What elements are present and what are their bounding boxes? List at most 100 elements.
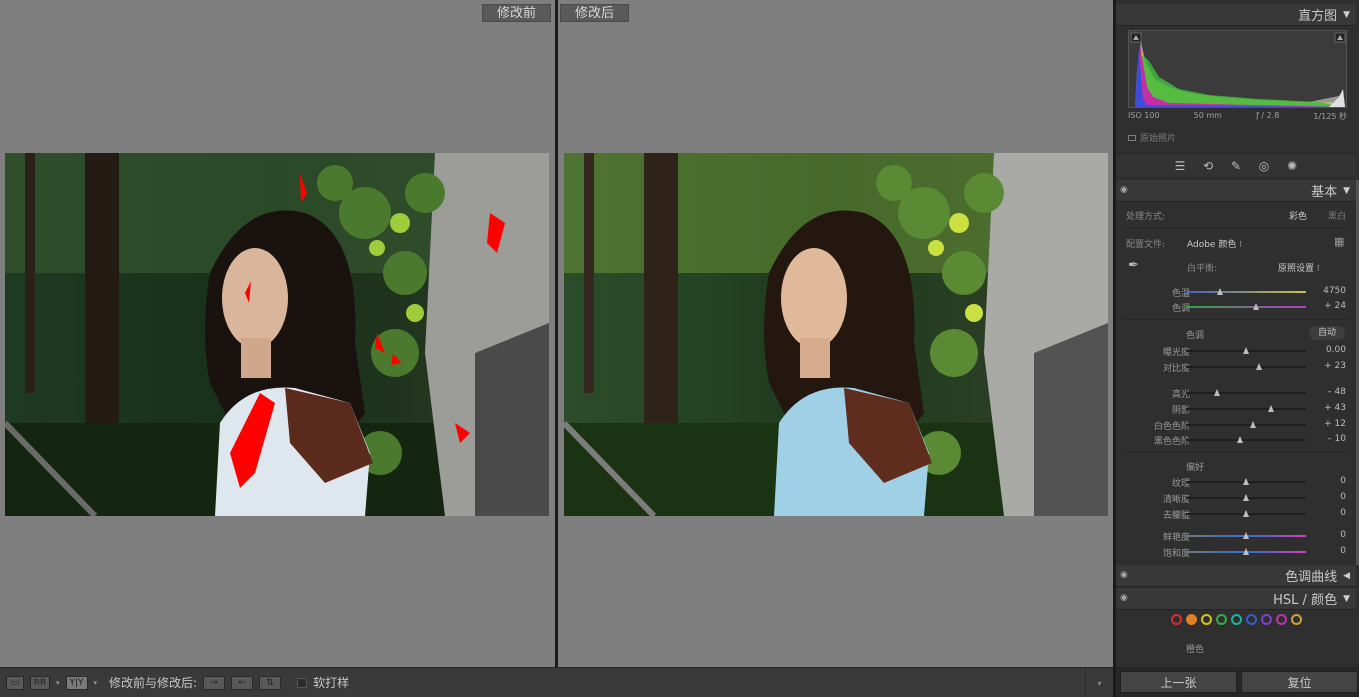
whites-value[interactable]: + 12	[1324, 419, 1346, 429]
shadows-thumb[interactable]	[1268, 405, 1275, 412]
dehaze-slider-row[interactable]: 去朦胧 0	[1116, 508, 1356, 521]
dehaze-thumb[interactable]	[1243, 510, 1249, 517]
aperture-value: ƒ / 2.8	[1255, 111, 1280, 120]
saturation-value[interactable]: 0	[1340, 546, 1346, 556]
blacks-thumb[interactable]	[1237, 436, 1243, 443]
highlights-track[interactable]	[1186, 389, 1306, 396]
magenta-swatch[interactable]	[1275, 614, 1287, 625]
orange-swatch[interactable]	[1185, 614, 1197, 625]
eyedropper-icon[interactable]: ✒	[1128, 258, 1139, 273]
before-photo[interactable]	[5, 153, 549, 516]
tone-curve-header[interactable]: ◉ 色调曲线 ◀	[1116, 565, 1356, 587]
original-photo-toggle[interactable]: 原始照片	[1128, 131, 1176, 144]
reference-dropdown-icon[interactable]: ▾	[56, 679, 60, 687]
profile-row: 配置文件: Adobe 颜色 ⁝ ▦	[1116, 235, 1356, 250]
auto-tone-button[interactable]: 自动	[1309, 326, 1345, 340]
histogram-header[interactable]: 直方图 ▼	[1116, 4, 1356, 26]
reference-view-button[interactable]: RR	[30, 675, 50, 690]
highlights-slider-row[interactable]: 高光 – 48	[1116, 387, 1356, 400]
clarity-thumb[interactable]	[1243, 494, 1249, 501]
exposure-track[interactable]	[1186, 347, 1306, 354]
eye-icon[interactable]: ◉	[1120, 570, 1128, 580]
contrast-thumb[interactable]	[1256, 363, 1263, 370]
contrast-track[interactable]	[1186, 363, 1306, 370]
dehaze-value[interactable]: 0	[1340, 508, 1346, 518]
previous-button[interactable]: 上一张	[1120, 671, 1237, 693]
dehaze-track[interactable]	[1186, 510, 1306, 517]
red-eye-icon[interactable]: ◎	[1256, 159, 1272, 173]
edit-sliders-icon[interactable]: ☰	[1172, 159, 1188, 173]
clarity-slider-row[interactable]: 清晰度 0	[1116, 492, 1356, 505]
texture-value[interactable]: 0	[1340, 476, 1346, 486]
temp-value[interactable]: 4750	[1323, 286, 1346, 296]
tint-value[interactable]: + 24	[1324, 301, 1346, 311]
reset-button[interactable]: 复位	[1241, 671, 1358, 693]
copy-after-to-before-button[interactable]: ←	[231, 675, 254, 690]
highlights-thumb[interactable]	[1214, 389, 1221, 396]
clarity-track[interactable]	[1186, 494, 1306, 501]
before-after-dropdown-icon[interactable]: ▾	[94, 679, 98, 687]
temp-thumb[interactable]	[1216, 288, 1223, 295]
green-swatch[interactable]	[1215, 614, 1227, 625]
vibrance-slider-row[interactable]: 鲜艳度 0	[1116, 530, 1356, 543]
blue-swatch[interactable]	[1245, 614, 1257, 625]
vibrance-track[interactable]	[1186, 532, 1306, 539]
swap-before-after-button[interactable]: ⇅	[259, 675, 282, 690]
red-swatch[interactable]	[1170, 614, 1182, 625]
purple-swatch[interactable]	[1260, 614, 1272, 625]
shadows-track[interactable]	[1186, 405, 1306, 412]
aqua-swatch[interactable]	[1230, 614, 1242, 625]
profile-browser-icon[interactable]: ▦	[1334, 235, 1344, 248]
before-after-view-button[interactable]: Y|Y	[65, 675, 88, 690]
texture-track[interactable]	[1186, 478, 1306, 485]
wb-dropdown[interactable]: 原照设置 ⁝	[1278, 261, 1320, 274]
temp-slider-row[interactable]: 色温 4750	[1116, 286, 1356, 299]
softproof-checkbox[interactable]	[297, 677, 308, 688]
shadows-slider-row[interactable]: 阴影 + 43	[1116, 403, 1356, 416]
original-photo-checkbox[interactable]	[1128, 134, 1136, 141]
tint-thumb[interactable]	[1252, 303, 1259, 310]
blacks-value[interactable]: – 10	[1327, 434, 1346, 444]
treatment-color-option[interactable]: 彩色	[1289, 209, 1307, 222]
blacks-track[interactable]	[1186, 436, 1306, 443]
saturation-thumb[interactable]	[1243, 548, 1249, 555]
masking-icon[interactable]: ✺	[1284, 159, 1300, 173]
presence-title: 偏好	[1186, 463, 1205, 473]
shadows-value[interactable]: + 43	[1324, 403, 1346, 413]
contrast-slider-row[interactable]: 对比度 + 23	[1116, 361, 1356, 374]
eye-icon[interactable]: ◉	[1120, 185, 1128, 195]
blacks-label: 黑色色阶	[1153, 437, 1190, 447]
copy-before-to-after-button[interactable]: →	[203, 675, 226, 690]
exposure-slider-row[interactable]: 曝光度 0.00	[1116, 345, 1356, 358]
exposure-value[interactable]: 0.00	[1326, 345, 1346, 355]
texture-slider-row[interactable]: 纹理 0	[1116, 476, 1356, 489]
basic-header[interactable]: ◉ 基本 ▼	[1116, 180, 1356, 202]
exposure-thumb[interactable]	[1243, 347, 1249, 354]
treatment-bw-option[interactable]: 黑白	[1328, 209, 1346, 222]
texture-thumb[interactable]	[1243, 478, 1249, 485]
saturation-slider-row[interactable]: 饱和度 0	[1116, 546, 1356, 559]
all-colors-swatch[interactable]	[1290, 614, 1302, 625]
vibrance-value[interactable]: 0	[1340, 530, 1346, 540]
whites-thumb[interactable]	[1250, 421, 1257, 428]
blacks-slider-row[interactable]: 黑色色阶 – 10	[1116, 434, 1356, 447]
clarity-value[interactable]: 0	[1340, 492, 1346, 502]
tint-track[interactable]	[1186, 303, 1306, 310]
yellow-swatch[interactable]	[1200, 614, 1212, 625]
toolbar-menu-icon[interactable]: ▾	[1085, 668, 1113, 697]
hsl-header[interactable]: ◉ HSL / 颜色 ▼	[1116, 588, 1356, 610]
eye-icon[interactable]: ◉	[1120, 593, 1128, 603]
temp-track[interactable]	[1186, 288, 1306, 295]
tint-slider-row[interactable]: 色调 + 24	[1116, 301, 1356, 314]
healing-brush-icon[interactable]: ✎	[1228, 159, 1244, 173]
vibrance-thumb[interactable]	[1243, 532, 1249, 539]
whites-slider-row[interactable]: 白色色阶 + 12	[1116, 419, 1356, 432]
contrast-value[interactable]: + 23	[1324, 361, 1346, 371]
profile-dropdown[interactable]: Adobe 颜色 ⁝	[1187, 237, 1242, 250]
after-photo[interactable]	[564, 153, 1108, 516]
crop-icon[interactable]: ⟲	[1200, 159, 1216, 173]
whites-track[interactable]	[1186, 421, 1306, 428]
loupe-view-button[interactable]: ▭	[6, 675, 24, 690]
highlights-value[interactable]: – 48	[1327, 387, 1346, 397]
saturation-track[interactable]	[1186, 548, 1306, 555]
